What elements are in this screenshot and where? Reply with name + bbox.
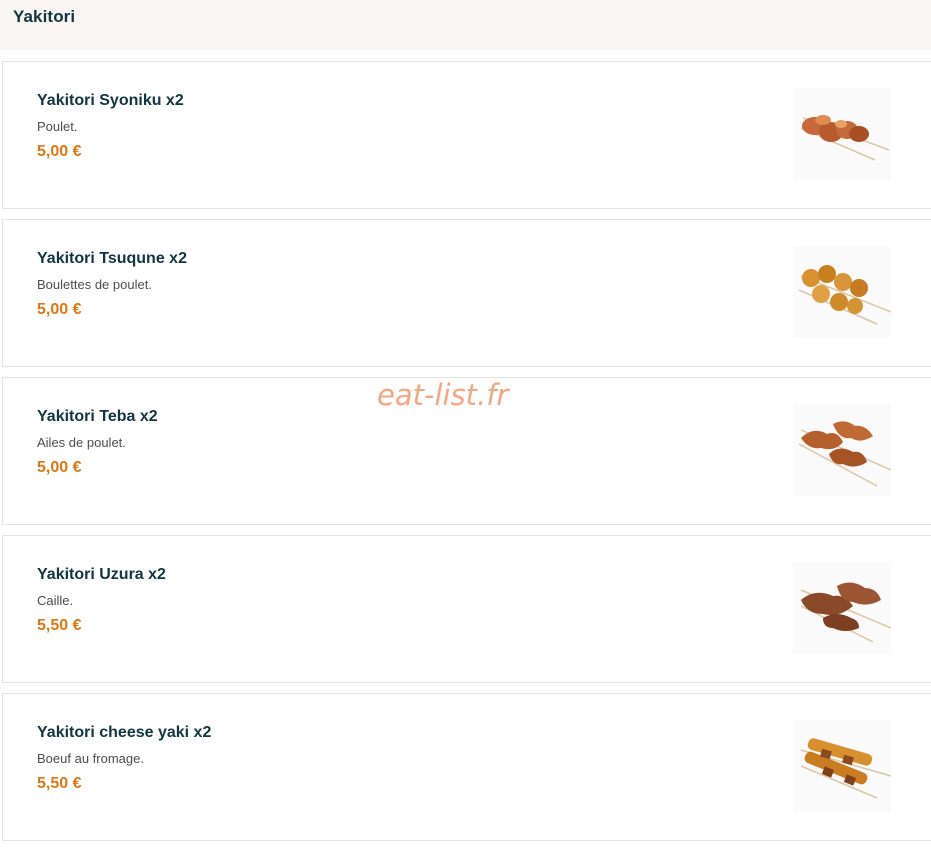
section-title: Yakitori bbox=[13, 7, 76, 26]
skewer-chicken-image bbox=[793, 88, 891, 180]
item-name: Yakitori Uzura x2 bbox=[37, 566, 166, 583]
item-price: 5,00 € bbox=[37, 143, 82, 160]
item-name: Yakitori Tsuqune x2 bbox=[37, 250, 187, 267]
item-name: Yakitori Syoniku x2 bbox=[37, 92, 184, 109]
item-price: 5,50 € bbox=[37, 775, 82, 792]
skewer-cheese-beef-image bbox=[793, 720, 891, 812]
item-price: 5,00 € bbox=[37, 301, 82, 318]
item-description: Boeuf au fromage. bbox=[37, 751, 144, 766]
item-name: Yakitori cheese yaki x2 bbox=[37, 724, 212, 741]
watermark-text: eat-list.fr bbox=[377, 378, 509, 412]
menu-item-card[interactable]: Yakitori Tsuqune x2 Boulettes de poulet.… bbox=[2, 219, 931, 367]
menu-item-card[interactable]: Yakitori Uzura x2 Caille. 5,50 € bbox=[2, 535, 931, 683]
item-description: Poulet. bbox=[37, 119, 78, 134]
menu-item-card[interactable]: Yakitori Syoniku x2 Poulet. 5,00 € bbox=[2, 61, 931, 209]
menu-item-card[interactable]: Yakitori cheese yaki x2 Boeuf au fromage… bbox=[2, 693, 931, 841]
skewer-wing-image bbox=[793, 404, 891, 496]
item-price: 5,50 € bbox=[37, 617, 82, 634]
item-name: Yakitori Teba x2 bbox=[37, 408, 158, 425]
item-description: Ailes de poulet. bbox=[37, 435, 126, 450]
item-price: 5,00 € bbox=[37, 459, 82, 476]
item-description: Caille. bbox=[37, 593, 74, 608]
section-header: Yakitori bbox=[0, 0, 931, 50]
skewer-quail-image bbox=[793, 562, 891, 654]
item-description: Boulettes de poulet. bbox=[37, 277, 152, 292]
skewer-meatball-image bbox=[793, 246, 891, 338]
